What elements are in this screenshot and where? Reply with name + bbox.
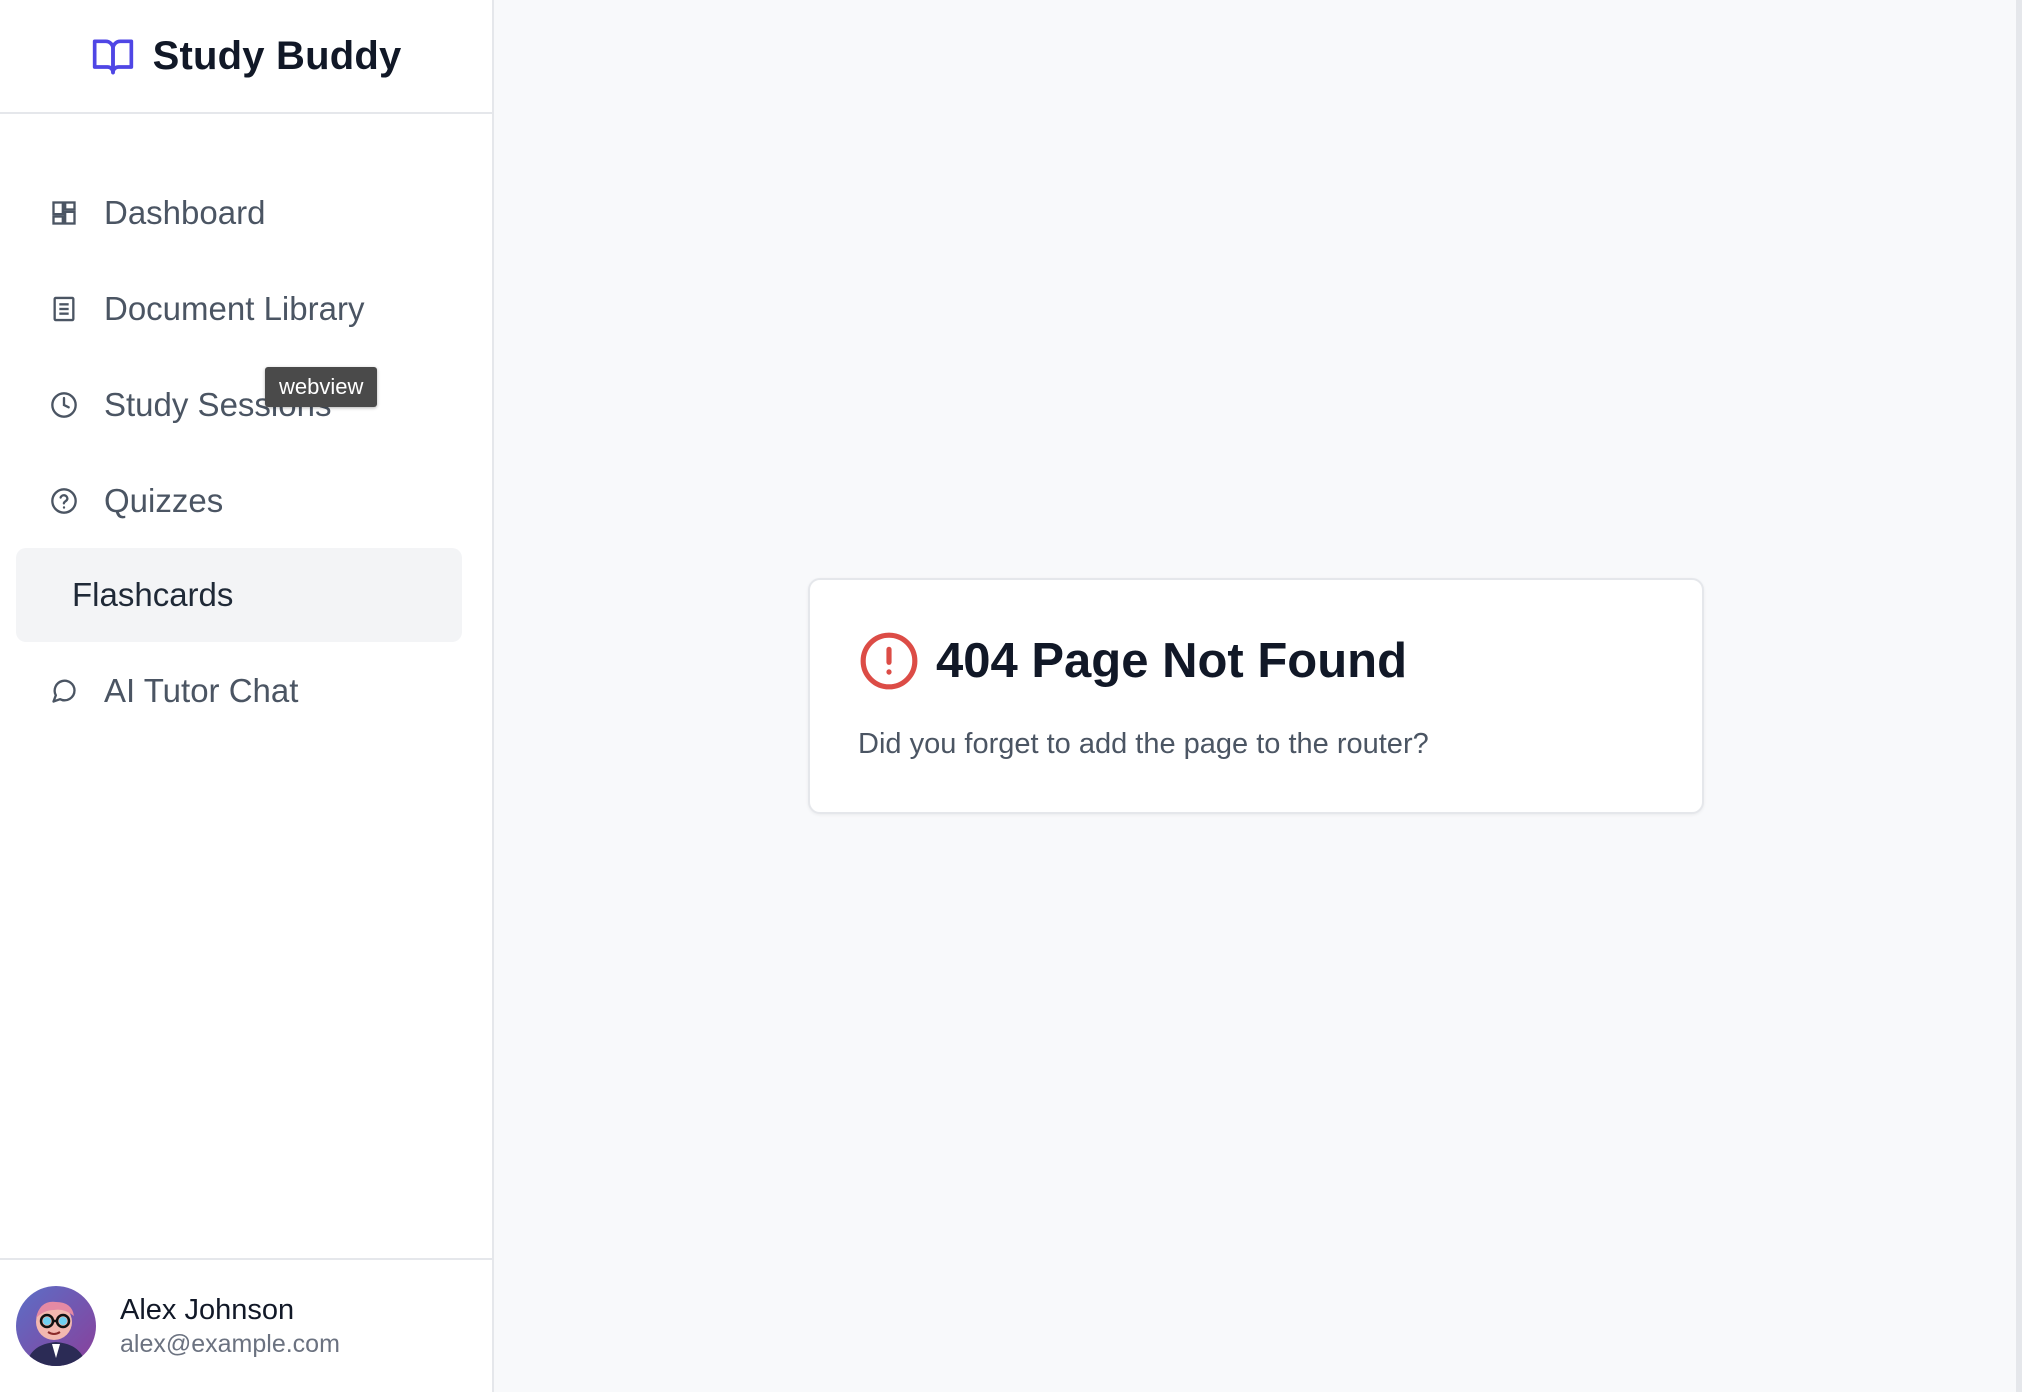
clock-icon	[48, 389, 80, 421]
error-message: Did you forget to add the page to the ro…	[858, 728, 1429, 760]
sidebar-item-label: AI Tutor Chat	[104, 672, 299, 709]
question-circle-icon	[48, 485, 80, 517]
sidebar: Study Buddy Dashboard Document Library S…	[0, 0, 494, 1392]
sidebar-item-dashboard[interactable]: Dashboard	[16, 166, 462, 260]
page-title: 404 Page Not Found	[936, 634, 1408, 688]
sidebar-item-document-library[interactable]: Document Library	[16, 262, 462, 356]
webview-tooltip: webview	[265, 367, 378, 407]
sidebar-item-label: Flashcards	[72, 576, 234, 613]
user-email: alex@example.com	[120, 1330, 340, 1358]
user-name: Alex Johnson	[120, 1294, 295, 1326]
dashboard-icon	[48, 197, 80, 229]
sidebar-item-ai-tutor-chat[interactable]: AI Tutor Chat	[16, 644, 462, 738]
book-open-icon	[91, 34, 135, 78]
chat-bubble-icon	[48, 675, 80, 707]
user-info: Alex Johnson alex@example.com	[120, 1292, 340, 1360]
window-edge	[2016, 0, 2022, 1392]
sidebar-item-label: Dashboard	[104, 194, 266, 231]
main-content: 404 Page Not Found Did you forget to add…	[494, 0, 2016, 1392]
sidebar-item-quizzes[interactable]: Quizzes	[16, 454, 462, 548]
alert-circle-icon	[858, 630, 920, 692]
user-profile[interactable]: Alex Johnson alex@example.com	[0, 1258, 492, 1392]
sidebar-item-study-sessions[interactable]: Study Sessions	[16, 358, 462, 452]
sidebar-item-label: Quizzes	[104, 482, 224, 519]
document-icon	[48, 293, 80, 325]
card-header: 404 Page Not Found	[858, 630, 1407, 692]
sidebar-item-flashcards[interactable]: Flashcards	[16, 548, 462, 642]
app-window: Study Buddy Dashboard Document Library S…	[0, 0, 2022, 1392]
app-title: Study Buddy	[152, 33, 402, 78]
avatar[interactable]	[16, 1286, 96, 1366]
not-found-card: 404 Page Not Found Did you forget to add…	[808, 578, 1704, 814]
sidebar-item-label: Document Library	[104, 290, 365, 327]
brand-header: Study Buddy	[0, 0, 492, 114]
